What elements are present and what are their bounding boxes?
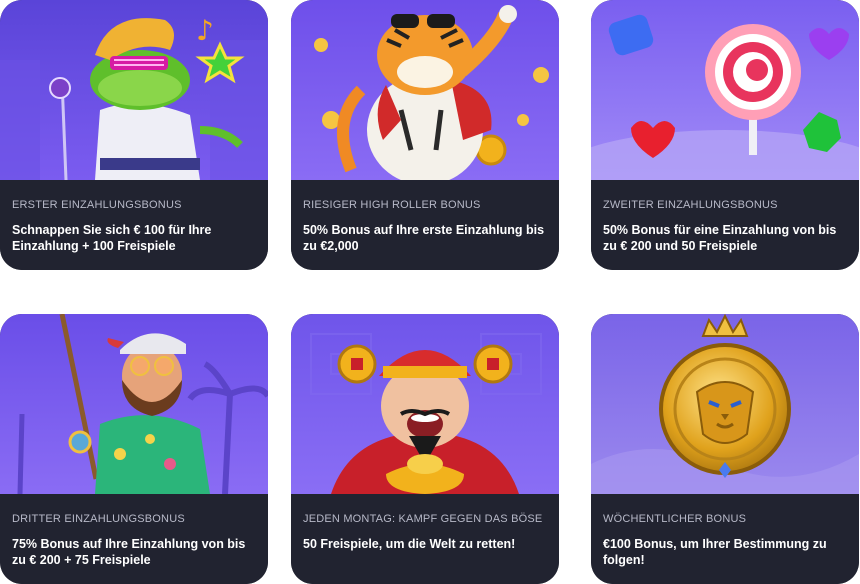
promo-title: 50% Bonus auf Ihre erste Einzahlung bis … [303, 223, 545, 253]
promo-title: 75% Bonus auf Ihre Einzahlung von bis zu… [12, 537, 246, 567]
promo-kicker: RIESIGER HIGH ROLLER BONUS [303, 199, 481, 211]
promo-card-third-deposit[interactable]: DRITTER EINZAHLUNGSBONUS 75% Bonus auf I… [0, 314, 268, 584]
promo-card-weekly[interactable]: WÖCHENTLICHER BONUS €100 Bonus, um Ihrer… [591, 314, 859, 584]
promo-kicker: ERSTER EINZAHLUNGSBONUS [12, 199, 182, 211]
promo-title: 50 Freispiele, um die Welt zu retten! [303, 537, 516, 551]
golden-lion-medallion-illustration [591, 314, 859, 494]
frog-singer-illustration: ♪ [0, 0, 268, 180]
promo-card-first-deposit[interactable]: ♪ ERSTER EINZAHLUNGSBONUS Schnappen Sie … [0, 0, 268, 270]
promo-title: €100 Bonus, um Ihrer Bestimmung zu folge… [603, 537, 827, 567]
promo-card-high-roller[interactable]: RIESIGER HIGH ROLLER BONUS 50% Bonus auf… [291, 0, 559, 270]
promo-title: 50% Bonus für eine Einzahlung von bis zu… [603, 223, 837, 253]
svg-text:♪: ♪ [196, 14, 214, 47]
promo-kicker: DRITTER EINZAHLUNGSBONUS [12, 513, 185, 525]
promo-kicker: JEDEN MONTAG: KAMPF GEGEN DAS BÖSE [303, 513, 543, 525]
fortune-god-illustration [291, 314, 559, 494]
fisherman-illustration [0, 314, 268, 494]
fortune-tiger-illustration [291, 0, 559, 180]
promo-card-second-deposit[interactable]: ZWEITER EINZAHLUNGSBONUS 50% Bonus für e… [591, 0, 859, 270]
promo-title: Schnappen Sie sich € 100 für Ihre Einzah… [12, 223, 212, 253]
candy-lollipop-illustration [591, 0, 859, 180]
promo-kicker: ZWEITER EINZAHLUNGSBONUS [603, 199, 778, 211]
promo-card-monday[interactable]: JEDEN MONTAG: KAMPF GEGEN DAS BÖSE 50 Fr… [291, 314, 559, 584]
promo-kicker: WÖCHENTLICHER BONUS [603, 513, 747, 525]
